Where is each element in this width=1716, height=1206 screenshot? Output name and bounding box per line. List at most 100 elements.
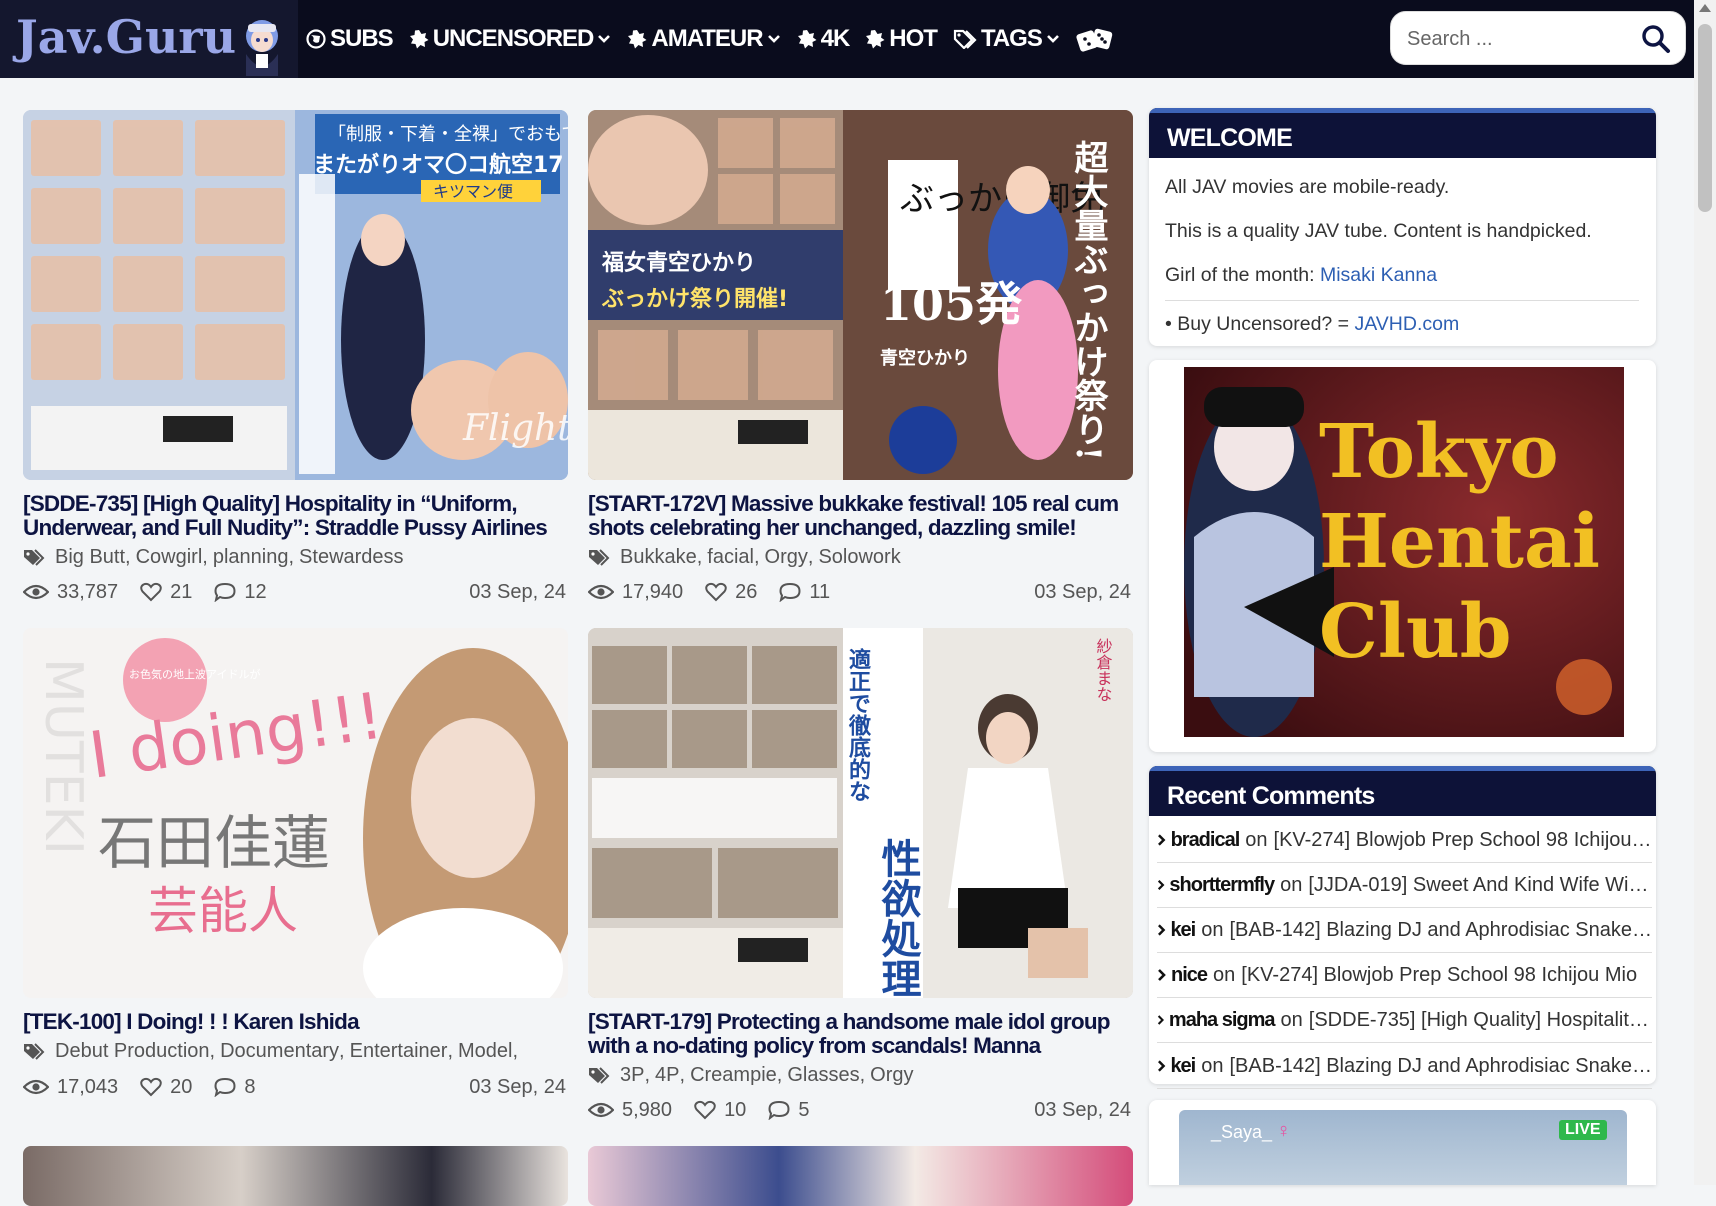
scroll-up-arrow-icon[interactable]	[1699, 4, 1711, 12]
tag-link[interactable]: Model	[458, 1040, 512, 1063]
eye-icon	[588, 1102, 614, 1118]
comment-item: maha sigma on [SDDE-735] [High Quality] Ho…	[1157, 998, 1652, 1043]
ad-text: Club	[1319, 589, 1512, 675]
view-count: 33,787	[57, 580, 119, 603]
tag-link[interactable]: facial	[707, 546, 754, 569]
star-badge-icon	[797, 30, 817, 49]
comment-post-link[interactable]: [BAB-142] Blazing DJ and Aphrodisiac Sna…	[1230, 1055, 1653, 1078]
tag-link[interactable]: Big Butt	[55, 546, 125, 569]
scrollbar-thumb[interactable]	[1698, 24, 1712, 212]
nav-amateur-label: AMATEUR	[651, 25, 763, 52]
comment-author[interactable]: nice	[1171, 964, 1208, 987]
nav-subs[interactable]: SUBS	[306, 25, 394, 53]
video-title[interactable]: [TEK-100] I Doing! ! ! Karen Ishida	[23, 1010, 568, 1034]
view-count: 17,940	[622, 580, 684, 603]
chevron-down-icon	[767, 35, 780, 43]
comment-author[interactable]: bradical	[1171, 829, 1241, 852]
tokyo-hentai-club-ad[interactable]: Tokyo Hentai Club	[1184, 367, 1624, 737]
tag-link[interactable]: 4P	[655, 1064, 679, 1087]
video-title[interactable]: [SDDE-735] [High Quality] Hospitality in…	[23, 492, 568, 540]
comment-icon	[768, 1100, 790, 1120]
comment-item: bradical on [KV-274] Blowjob Prep School 9…	[1157, 818, 1652, 863]
nav-4k-label: 4K	[820, 25, 851, 52]
thumbnail-text: またがりオマ〇コ航空17	[313, 152, 564, 178]
comment-count: 5	[798, 1098, 810, 1121]
like-count: 26	[735, 580, 758, 603]
heart-icon[interactable]	[694, 1100, 716, 1120]
eye-icon	[23, 584, 49, 600]
nav-random[interactable]	[1076, 24, 1114, 54]
heart-icon[interactable]	[140, 582, 162, 602]
video-thumbnail[interactable]	[23, 1146, 568, 1206]
tag-link[interactable]: Orgy	[765, 546, 808, 569]
comment-post-link[interactable]: [KV-274] Blowjob Prep School 98 Ichijou …	[1274, 829, 1652, 852]
tag-link[interactable]: Stewardess	[299, 546, 404, 569]
video-thumbnail[interactable]: 福女青空ひかり ぶっかけ祭り開催! ぶっかけ御免 105発 青空ひかり 超大量ぶ…	[588, 110, 1133, 480]
video-title[interactable]: [START-179] Protecting a handsome male i…	[588, 1010, 1133, 1058]
thumbnail-text: 超大量ぶっかけ祭り!	[1068, 140, 1108, 461]
thumbnail-image: MUTEKI お色気の地上波アイドルが I doing!!! 石田佳蓮 芸能人	[23, 628, 568, 998]
nav-amateur[interactable]: AMATEUR	[627, 25, 780, 53]
search-icon[interactable]	[1641, 24, 1671, 54]
heart-icon[interactable]	[705, 582, 727, 602]
video-tags: 3P, 4P, Creampie, Glasses, Orgy	[588, 1064, 1133, 1087]
comment-post-link[interactable]: [SDDE-735] [High Quality] Hospitality in…	[1309, 1009, 1652, 1032]
video-stats: 17,940 26 11 03 Sep, 24	[588, 579, 1133, 605]
welcome-text: All JAV movies are mobile-ready.	[1165, 176, 1450, 198]
site-header: Jav.Guru SUBS UNCENSORED AMATEUR 4K HOT …	[0, 0, 1716, 78]
widget-title: Recent Comments	[1149, 766, 1656, 816]
tag-link[interactable]: Cowgirl	[136, 546, 203, 569]
javhd-link[interactable]: JAVHD.com	[1354, 313, 1459, 335]
comment-author[interactable]: kei	[1170, 919, 1196, 942]
comment-post-link[interactable]: [KV-274] Blowjob Prep School 98 Ichijou …	[1241, 964, 1637, 987]
tag-link[interactable]: 3P	[620, 1064, 644, 1087]
site-logo[interactable]: Jav.Guru	[0, 0, 298, 78]
video-thumbnail[interactable]: 性欲処理管理術 適正で徹底的な 紗倉まな	[588, 628, 1133, 998]
thumbnail-text: 芸能人	[148, 882, 298, 940]
comment-count: 12	[244, 580, 267, 603]
nav-hot-label: HOT	[889, 25, 938, 52]
nav-tags[interactable]: TAGS	[953, 25, 1060, 53]
video-thumbnail[interactable]: 「制服・下着・全裸」でおもてなし またがりオマ〇コ航空17 キツマン便 Flig…	[23, 110, 568, 480]
tag-link[interactable]: Orgy	[870, 1064, 913, 1087]
video-thumbnail[interactable]	[588, 1146, 1133, 1206]
video-thumbnail[interactable]: MUTEKI お色気の地上波アイドルが I doing!!! 石田佳蓮 芸能人	[23, 628, 568, 998]
tag-link[interactable]: Debut Production	[55, 1040, 210, 1063]
heart-icon[interactable]	[140, 1077, 162, 1097]
nav-uncensored[interactable]: UNCENSORED	[409, 25, 612, 53]
tag-link[interactable]: planning	[213, 546, 289, 569]
nav-hot[interactable]: HOT	[865, 25, 938, 53]
chevron-right-icon	[1158, 969, 1166, 981]
comment-item: kei on [BAB-142] Blazing DJ and Aphrodisia…	[1157, 908, 1652, 953]
comment-post-link[interactable]: [BAB-142] Blazing DJ and Aphrodisiac Sna…	[1230, 919, 1653, 942]
welcome-text: This is a quality JAV tube. Content is h…	[1165, 220, 1592, 242]
nav-uncensored-label: UNCENSORED	[432, 25, 595, 52]
nav-4k[interactable]: 4K	[797, 25, 850, 53]
comment-post-link[interactable]: [JJDA-019] Sweet And Kind Wife With Big …	[1308, 874, 1652, 897]
search-input[interactable]	[1405, 22, 1629, 56]
video-tags: Big Butt, Cowgirl, planning, Stewardess	[23, 546, 568, 569]
tag-link[interactable]: Creampie	[690, 1064, 777, 1087]
search-box	[1390, 11, 1686, 65]
tag-link[interactable]: Glasses	[787, 1064, 859, 1087]
like-count: 20	[170, 1075, 193, 1098]
tag-link[interactable]: Bukkake	[620, 546, 697, 569]
tag-link[interactable]: Solowork	[818, 546, 900, 569]
comment-author[interactable]: kei	[1170, 1055, 1196, 1078]
tag-link[interactable]: Entertainer	[350, 1040, 448, 1063]
comment-author[interactable]: shorttermfly	[1169, 874, 1275, 897]
video-stats: 5,980 10 5 03 Sep, 24	[588, 1097, 1133, 1123]
star-badge-icon	[866, 30, 885, 49]
logo-text: Jav.Guru	[16, 10, 237, 64]
thumbnail-text: 「制服・下着・全裸」でおもてなし	[328, 124, 568, 145]
thumbnail-text: 石田佳蓮	[98, 809, 330, 877]
tag-link[interactable]: Documentary	[220, 1040, 339, 1063]
girl-of-month-link[interactable]: Misaki Kanna	[1320, 264, 1437, 286]
svg-text:ぶっかけ祭り開催!: ぶっかけ祭り開催!	[601, 286, 788, 312]
comment-item: shorttermfly on [JJDA-019] Sweet And Kind …	[1157, 863, 1652, 908]
welcome-widget: WELCOME All JAV movies are mobile-ready.…	[1149, 108, 1656, 346]
recent-comments-list: bradical on [KV-274] Blowjob Prep School 9…	[1149, 816, 1656, 1089]
comment-author[interactable]: maha sigma	[1169, 1009, 1276, 1032]
video-title[interactable]: [START-172V] Massive bukkake festival! 1…	[588, 492, 1133, 540]
female-icon: ♀	[1276, 1120, 1291, 1142]
